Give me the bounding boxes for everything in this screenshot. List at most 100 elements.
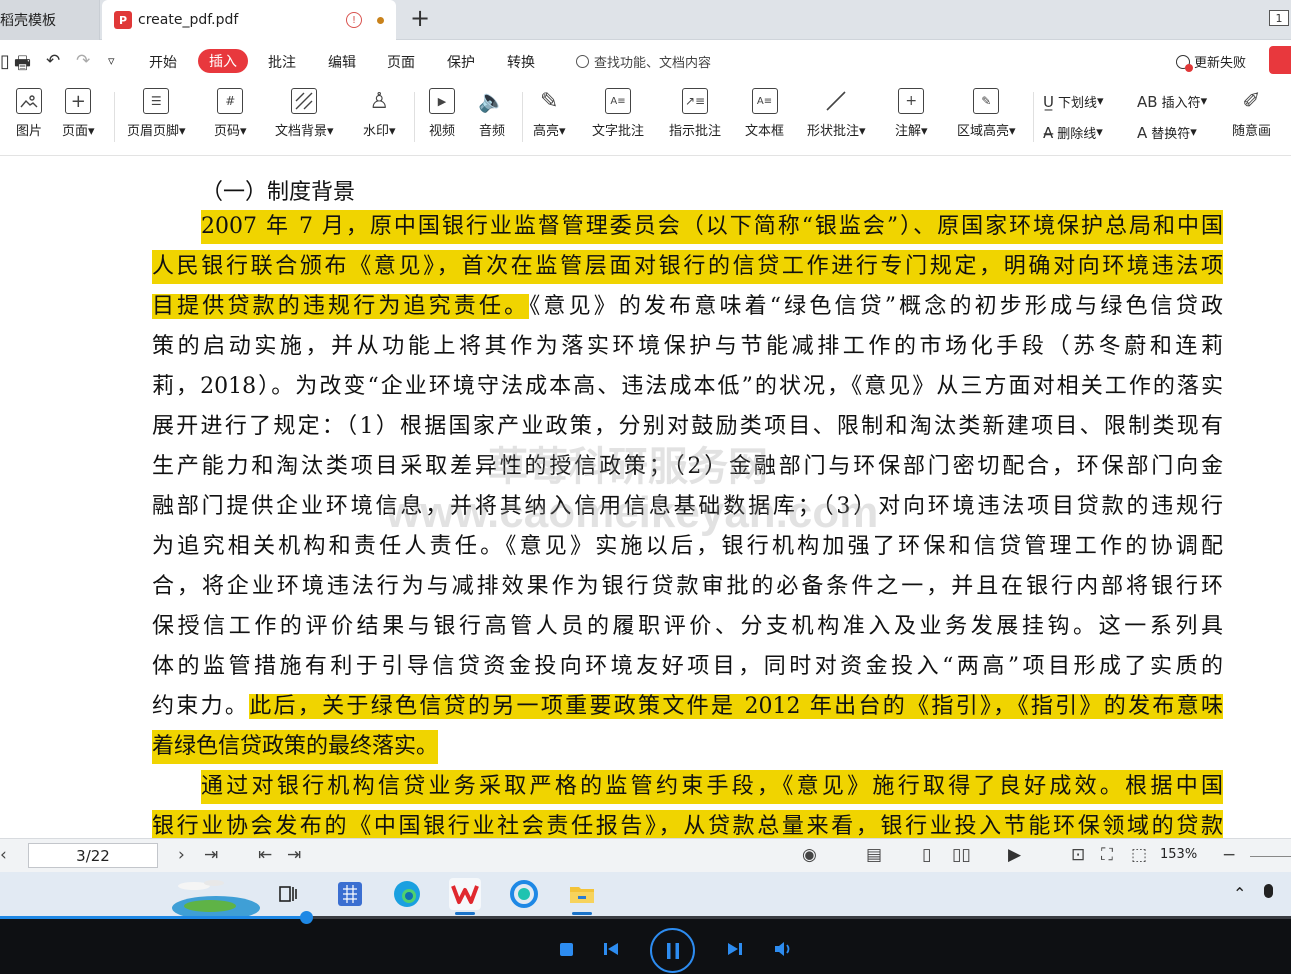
highlight-button[interactable]: ✎ 高亮▾	[533, 88, 566, 140]
insert-char-button[interactable]: AB 插入符 ▾	[1137, 92, 1207, 112]
wps-office-icon[interactable]	[449, 878, 481, 915]
strikethrough-button[interactable]: A̶ 删除线 ▾	[1043, 123, 1103, 143]
text-run: 体的监管措施有利于引导信贷资金投向环境友好项目，同时对资金投入“两高”项目形成了…	[152, 654, 1223, 679]
shape-note-button[interactable]: 形状批注▾	[807, 88, 866, 139]
last-page-icon[interactable]: ⇥	[204, 845, 218, 865]
warning-icon[interactable]: !	[346, 12, 362, 28]
menu-convert[interactable]: 转换	[507, 52, 535, 72]
text-run: 保授信工作的评价结果与银行高管人员的履职评价、分支机构准入及业务发展挂钩。这一系…	[152, 614, 1223, 639]
previous-button[interactable]	[602, 940, 620, 958]
paragraph-line: 合，将企业环境违法行为与减排效果作为银行贷款审批的必备条件之一，并且在银行内部将…	[152, 570, 1223, 604]
insert-picture-button[interactable]: 图片	[16, 88, 42, 139]
watermark-button[interactable]: ♙ 水印▾	[363, 88, 396, 140]
add-page-icon: +	[65, 88, 92, 114]
pen-icon: ✐	[1242, 88, 1261, 114]
tab-create-pdf[interactable]: P create_pdf.pdf !	[102, 0, 396, 40]
text-note-button[interactable]: A≡ 文字批注	[592, 88, 644, 139]
menu-protect[interactable]: 保护	[447, 52, 475, 72]
page-label: 页面▾	[62, 124, 95, 139]
section-heading: （一）制度背景	[201, 180, 356, 205]
text-run: 莉，2018）。为改变“企业环境守法成本高、违法成本低”的状况，《意见》从三方面…	[152, 374, 1223, 399]
menu-edit[interactable]: 编辑	[328, 52, 356, 72]
document-view[interactable]: （一）制度背景 2007 年 7 月，原中国银行业监督管理委员会（以下简称“银监…	[0, 156, 1291, 838]
single-page-scroll-icon[interactable]: ▤	[866, 845, 882, 865]
annotation-button[interactable]: + 注解▾	[895, 88, 928, 139]
zoom-out-icon[interactable]: −	[1222, 845, 1236, 865]
next-button[interactable]	[726, 940, 744, 958]
highlighter-icon: ✎	[540, 88, 559, 114]
fit-page-icon[interactable]: ⛶	[1101, 845, 1113, 865]
text-run: 着绿色信贷政策的最终落实。	[152, 734, 439, 759]
microphone-icon[interactable]	[1264, 884, 1273, 898]
go-forward-icon[interactable]: ⇥	[287, 845, 301, 865]
function-search[interactable]: 查找功能、文档内容	[576, 52, 711, 71]
menu-page[interactable]: 页面	[387, 52, 415, 72]
go-back-icon[interactable]: ⇤	[258, 845, 272, 865]
redo-icon[interactable]: ↷	[76, 51, 90, 71]
save-icon[interactable]: ▯	[0, 51, 10, 72]
share-button[interactable]	[1269, 46, 1291, 74]
zoom-slider[interactable]	[1250, 856, 1291, 857]
menu-start[interactable]: 开始	[149, 52, 177, 72]
search-icon	[576, 55, 589, 68]
text-run: 策的启动实施，并从功能上将其作为落实环境保护与节能减排工作的市场化手段（苏冬蔚和…	[152, 334, 1223, 359]
qq-browser-icon[interactable]	[508, 878, 540, 910]
progress-fill	[0, 916, 306, 919]
audio-label: 音频	[479, 124, 506, 139]
picture-label: 图片	[16, 124, 43, 139]
insert-ribbon: 图片 + 页面▾ ☰ 页眉页脚▾ # 页码▾ 文档背景▾ ♙ 水印▾ ▶ 视频	[0, 82, 1291, 156]
stop-button[interactable]	[560, 943, 573, 956]
insert-page-button[interactable]: + 页面▾	[62, 88, 95, 139]
weather-widget[interactable]	[164, 872, 260, 920]
page-number-button[interactable]: # 页码▾	[214, 88, 247, 139]
line-shape-icon	[823, 88, 849, 114]
textbox-icon: A≡	[751, 88, 778, 114]
audio-button[interactable]: 🔈 音频	[478, 88, 506, 140]
undo-icon[interactable]: ↶	[46, 51, 60, 71]
area-highlight-button[interactable]: ✎ 区域高亮▾	[957, 88, 1016, 139]
zoom-level[interactable]: 153%	[1160, 847, 1197, 862]
doc-background-button[interactable]: 文档背景▾	[275, 88, 334, 139]
freehand-button[interactable]: ✐ 随意画	[1232, 88, 1271, 140]
tab-template[interactable]: 稻壳模板	[0, 0, 100, 40]
file-explorer-icon[interactable]	[566, 878, 598, 915]
textbox-button[interactable]: A≡ 文本框	[745, 88, 784, 139]
pointer-note-button[interactable]: ↗≡ 指示批注	[669, 88, 721, 139]
page-number-icon: #	[217, 88, 244, 114]
unsaved-dot-icon	[377, 17, 384, 24]
menu-insert[interactable]: 插入	[198, 49, 248, 73]
progress-knob[interactable]	[300, 911, 313, 924]
page-number-input[interactable]: 3/22	[28, 843, 158, 868]
fit-width-icon[interactable]: ⬚	[1131, 845, 1147, 865]
paragraph-line: 策的启动实施，并从功能上将其作为落实环境保护与节能减排工作的市场化手段（苏冬蔚和…	[152, 330, 1223, 364]
sync-status[interactable]: 更新失败	[1176, 52, 1246, 72]
play-slideshow-icon[interactable]: ▶	[1008, 845, 1021, 865]
tray-expand-icon[interactable]: ⌃	[1233, 884, 1246, 903]
text-note-icon: A≡	[605, 88, 631, 114]
watermark-label: 水印▾	[363, 124, 396, 139]
calculator-app-icon[interactable]	[334, 878, 366, 910]
prev-page-arrow-icon[interactable]: ‹	[0, 845, 7, 865]
insert-char-icon: AB	[1137, 92, 1158, 111]
quick-access-dropdown-icon[interactable]: ▿	[108, 54, 115, 69]
pause-button[interactable]	[650, 928, 695, 973]
window-count-badge[interactable]: 1	[1269, 10, 1289, 26]
video-button[interactable]: ▶ 视频	[429, 88, 455, 139]
paragraph-line: 保授信工作的评价结果与银行高管人员的履职评价、分支机构准入及业务发展挂钩。这一系…	[152, 610, 1223, 644]
header-footer-icon: ☰	[143, 88, 170, 114]
single-page-icon[interactable]: ▯	[922, 845, 931, 865]
volume-icon[interactable]	[773, 940, 793, 958]
actual-size-icon[interactable]: ⊡	[1071, 845, 1085, 865]
progress-track[interactable]	[0, 911, 1291, 924]
print-icon[interactable]: 🖶	[14, 51, 31, 81]
task-view-icon[interactable]	[272, 878, 304, 910]
eye-protection-icon[interactable]: ◉	[802, 845, 817, 865]
next-page-icon[interactable]: ›	[178, 845, 185, 865]
header-footer-button[interactable]: ☰ 页眉页脚▾	[127, 88, 186, 139]
edge-browser-icon[interactable]	[391, 878, 423, 910]
underline-button[interactable]: U̲ 下划线 ▾	[1043, 92, 1104, 112]
two-page-icon[interactable]: ▯▯	[952, 845, 971, 865]
new-tab-button[interactable]: +	[410, 4, 430, 32]
menu-comment[interactable]: 批注	[268, 52, 296, 72]
replace-char-button[interactable]: A 替换符 ▾	[1137, 123, 1197, 143]
